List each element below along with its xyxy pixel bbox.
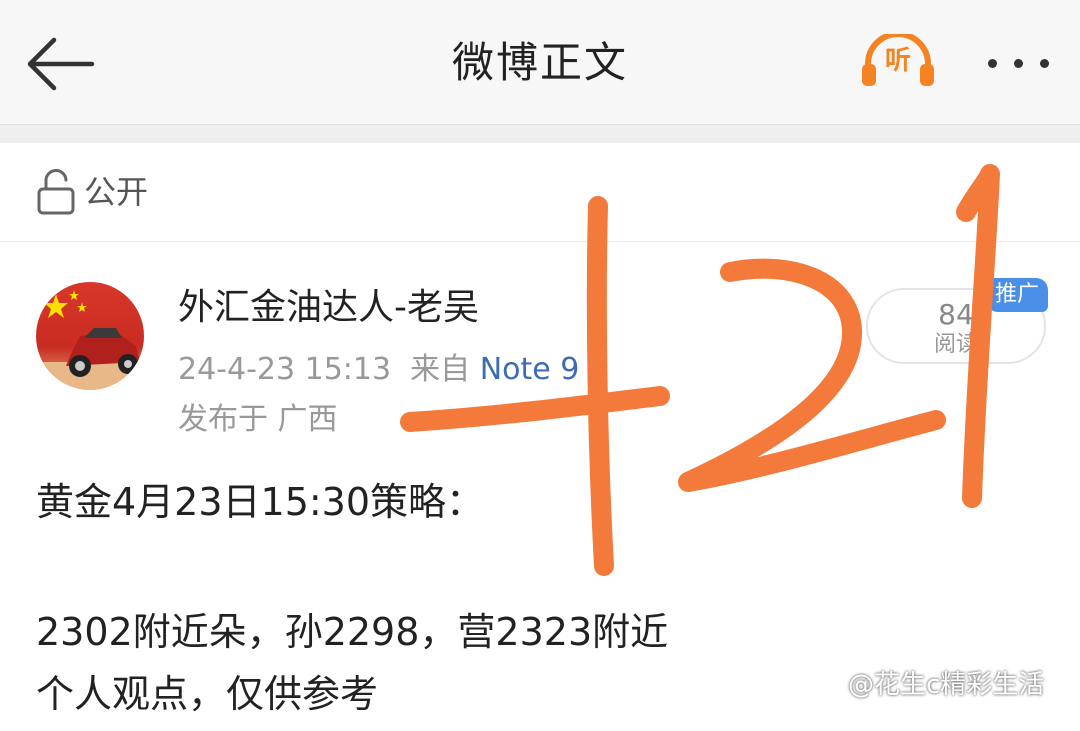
post-meta: 24-4-23 15:13 来自 Note 9 (178, 350, 579, 390)
more-dots-icon (1040, 59, 1049, 68)
read-label: 阅读 (933, 332, 978, 357)
unlock-icon (37, 169, 75, 215)
avatar-image (36, 282, 144, 390)
avatar[interactable] (36, 282, 144, 390)
post-body-line: 黄金4月23日15:30策略： (36, 480, 485, 524)
source-link[interactable]: Note 9 (480, 352, 580, 387)
watermark: @花生c精彩生活 (848, 670, 1045, 700)
section-divider (0, 125, 1080, 143)
visibility-row[interactable]: 公开 (0, 143, 1080, 242)
post-body-line: 个人观点，仅供参考 (36, 672, 379, 716)
plus-vertical-stroke (586, 196, 614, 576)
more-button[interactable] (984, 50, 1054, 78)
post-body-line: 2302附近朵，孙2298，营2323附近 (36, 610, 669, 654)
more-dots-icon (1014, 59, 1023, 68)
post-location: 发布于 广西 (178, 402, 338, 437)
promote-badge[interactable]: 推广 (986, 278, 1048, 312)
top-bar: 微博正文 听 (0, 0, 1080, 125)
source-prefix: 来自 (410, 352, 471, 387)
visibility-label: 公开 (84, 173, 149, 211)
listen-button[interactable]: 听 (860, 34, 936, 90)
more-dots-icon (988, 59, 997, 68)
author-name[interactable]: 外汇金油达人-老吴 (178, 286, 479, 330)
post-time: 24-4-23 15:13 (178, 352, 392, 387)
plus-horizontal-stroke (400, 386, 670, 432)
listen-label: 听 (884, 46, 911, 76)
